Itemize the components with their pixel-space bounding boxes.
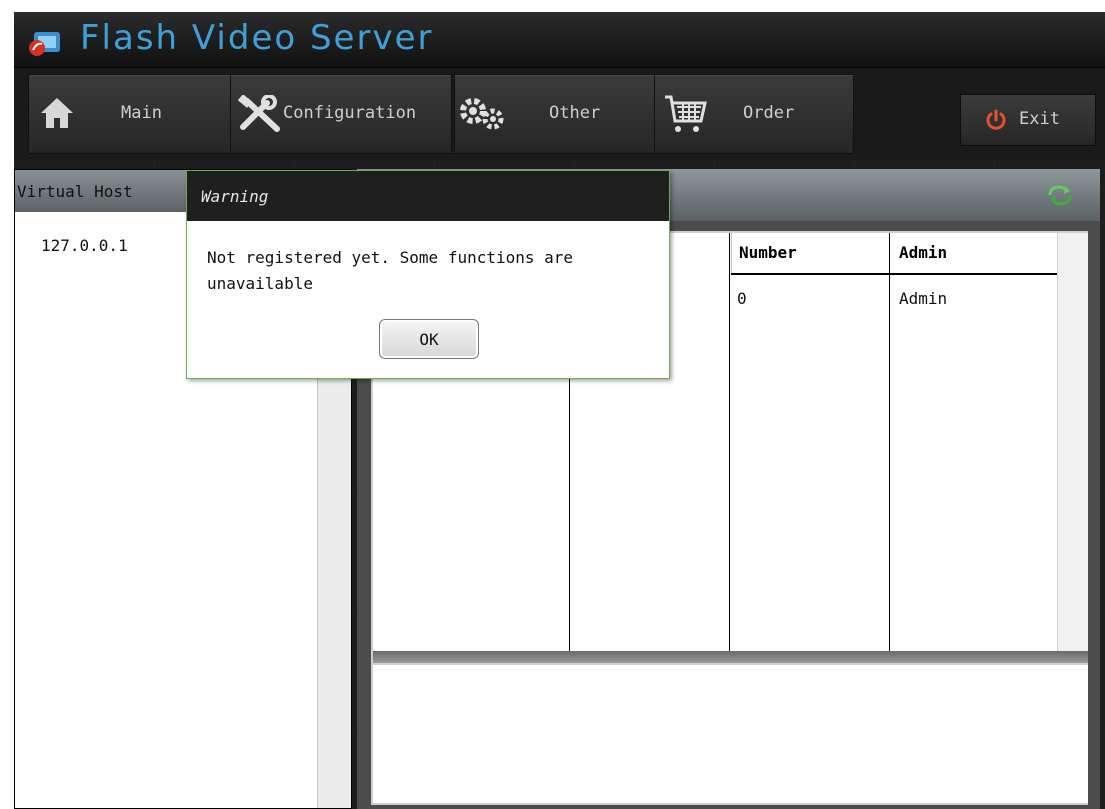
- app-title: Flash Video Server: [80, 18, 434, 58]
- column-divider: [731, 233, 732, 273]
- warning-dialog: Warning Not registered yet. Some functio…: [186, 170, 670, 379]
- column-divider: [889, 233, 890, 651]
- gears-icon: [460, 98, 504, 130]
- cell-number[interactable]: 0: [737, 289, 747, 308]
- power-icon: [986, 109, 1006, 130]
- column-header-admin[interactable]: Admin: [899, 243, 947, 262]
- home-icon: [41, 98, 73, 128]
- title-bar: Flash Video Server: [14, 12, 1105, 68]
- table-scrollbar[interactable]: [1057, 233, 1088, 651]
- nav-configuration-label: Configuration: [283, 103, 417, 123]
- app-window: Flash Video Server Main Configuration Ot…: [14, 12, 1105, 809]
- nav-main-button[interactable]: Main: [28, 74, 240, 154]
- pane-splitter[interactable]: [373, 651, 1088, 663]
- nav-order-button[interactable]: Order: [654, 74, 854, 154]
- exit-button[interactable]: Exit: [960, 94, 1096, 146]
- cell-admin[interactable]: Admin: [899, 289, 947, 308]
- cart-icon: [665, 95, 707, 132]
- nav-main-label: Main: [121, 103, 162, 123]
- tools-icon: [237, 95, 280, 132]
- nav-order-label: Order: [743, 103, 795, 123]
- main-toolbar: Main Configuration Other Order Exit: [14, 68, 1105, 160]
- nav-configuration-button[interactable]: Configuration: [230, 74, 452, 154]
- app-logo-icon: [29, 32, 60, 56]
- table-header-underline: [731, 273, 1057, 275]
- log-area: [373, 663, 1088, 803]
- exit-label: Exit: [1019, 109, 1060, 129]
- column-header-number[interactable]: Number: [739, 243, 797, 262]
- nav-other-label: Other: [549, 103, 601, 123]
- host-list-item[interactable]: 127.0.0.1: [41, 236, 128, 255]
- dialog-message: Not registered yet. Some functions are u…: [207, 248, 574, 293]
- nav-other-button[interactable]: Other: [454, 74, 656, 154]
- ok-button[interactable]: OK: [379, 319, 479, 359]
- dialog-title: Warning: [187, 171, 669, 221]
- column-divider: [729, 233, 730, 651]
- refresh-icon[interactable]: [1047, 185, 1073, 205]
